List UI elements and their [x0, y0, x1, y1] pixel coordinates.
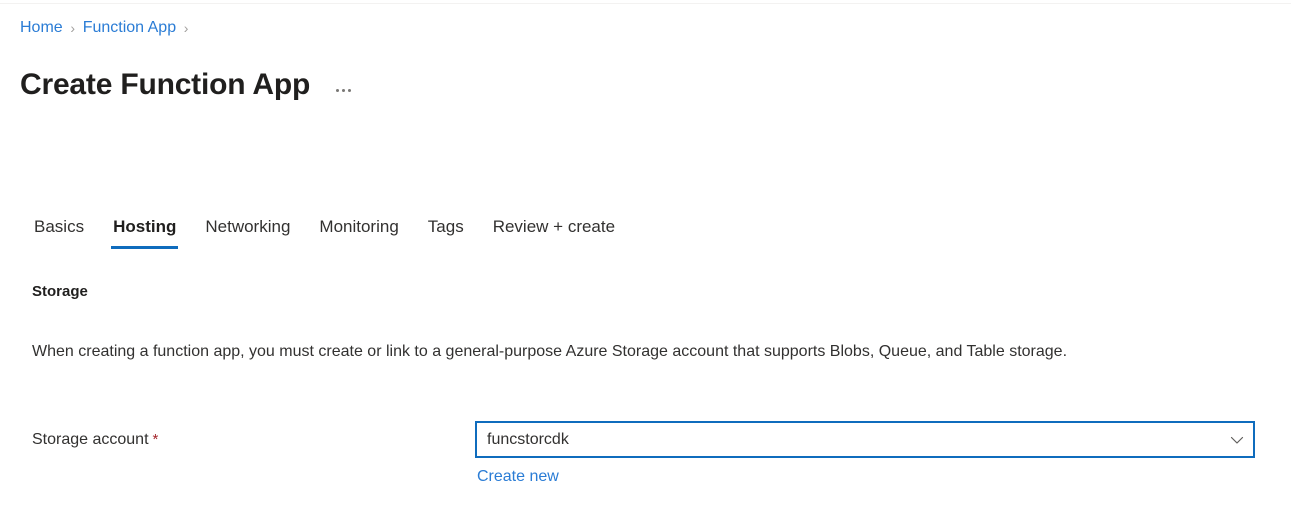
- more-commands-icon[interactable]: [332, 85, 355, 96]
- ellipsis-dot: [342, 88, 346, 92]
- create-new-storage-account-link[interactable]: Create new: [477, 466, 559, 488]
- page-title: Create Function App: [20, 68, 311, 101]
- ellipsis-dot: [348, 88, 352, 92]
- blade-top-divider: [0, 3, 1291, 4]
- tab-review-create[interactable]: Review + create: [491, 215, 617, 249]
- section-description: When creating a function app, you must c…: [32, 338, 1262, 365]
- tab-basics[interactable]: Basics: [32, 215, 86, 249]
- create-function-app-blade: Home › Function App › Create Function Ap…: [0, 0, 1291, 518]
- breadcrumb: Home › Function App ›: [20, 18, 196, 38]
- storage-account-value[interactable]: funcstorcdk: [477, 430, 1221, 450]
- storage-account-dropdown[interactable]: funcstorcdk: [475, 421, 1255, 458]
- wizard-tabs: Basics Hosting Networking Monitoring Tag…: [32, 215, 617, 249]
- storage-account-label-text: Storage account: [32, 431, 149, 448]
- tab-monitoring[interactable]: Monitoring: [317, 215, 400, 249]
- breadcrumb-item-home[interactable]: Home: [20, 18, 63, 38]
- breadcrumb-item-function-app[interactable]: Function App: [83, 18, 176, 38]
- tab-hosting[interactable]: Hosting: [111, 215, 179, 249]
- tab-networking[interactable]: Networking: [203, 215, 292, 249]
- storage-account-label: Storage account *: [32, 429, 158, 451]
- ellipsis-dot: [336, 88, 340, 92]
- breadcrumb-separator-icon: ›: [70, 20, 76, 36]
- tab-tags[interactable]: Tags: [426, 215, 466, 249]
- section-description-line-1: When creating a function app, you must c…: [32, 343, 875, 360]
- title-row: Create Function App: [20, 66, 355, 104]
- breadcrumb-separator-icon: ›: [183, 20, 189, 36]
- chevron-down-icon[interactable]: [1221, 432, 1253, 448]
- section-description-line-2: Queue, and Table storage.: [878, 343, 1068, 360]
- section-heading-storage: Storage: [32, 283, 88, 300]
- required-asterisk: *: [152, 431, 159, 448]
